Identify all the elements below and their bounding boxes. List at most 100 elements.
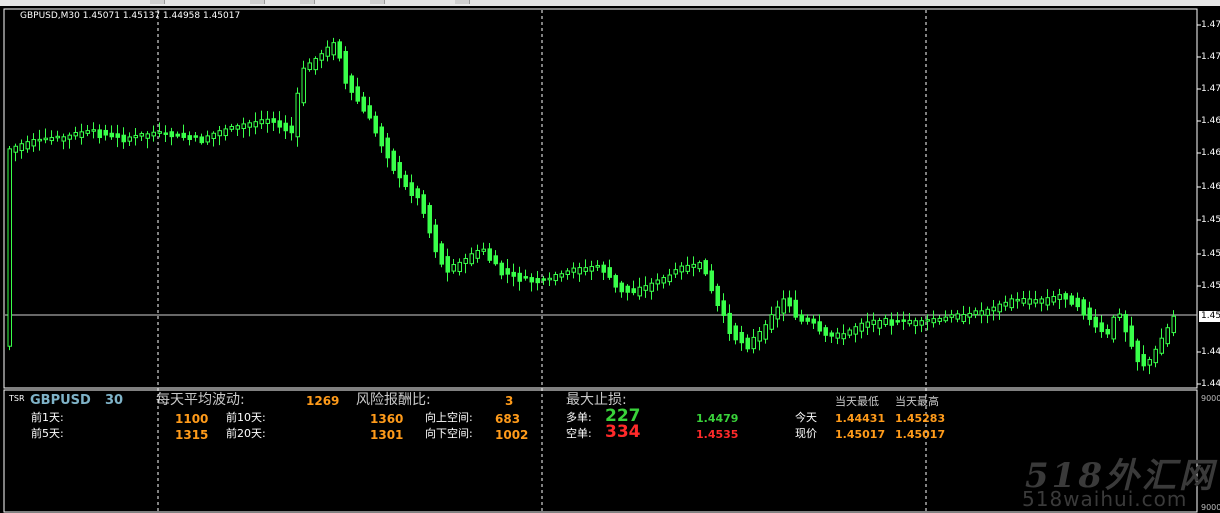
candle-body	[775, 306, 780, 320]
toolbar-button[interactable]	[150, 0, 165, 4]
candle-body	[817, 321, 822, 332]
down-space-label: 向下空间:	[425, 427, 473, 440]
candle-body	[73, 131, 78, 137]
price-tick: 1.44	[1201, 379, 1220, 389]
candle-body	[67, 134, 72, 140]
candle-body	[541, 278, 546, 281]
candle-body	[1111, 316, 1116, 340]
candle-body	[97, 129, 102, 139]
candle-body	[433, 224, 438, 253]
candle-body	[553, 274, 558, 282]
candle-body	[919, 320, 924, 326]
toolbar-button[interactable]	[250, 0, 265, 4]
candle-body	[289, 125, 294, 134]
candle-body	[877, 319, 882, 329]
candle-body	[1075, 297, 1080, 308]
candle-body	[685, 264, 690, 272]
candle-body	[457, 261, 462, 273]
risk-reward-label: 风险报酬比:	[356, 392, 431, 408]
candle-body	[325, 46, 330, 57]
today-high-header: 当天最高	[895, 395, 939, 408]
candle-body	[1027, 298, 1032, 305]
candle-body	[85, 130, 90, 134]
candle-body	[277, 120, 282, 128]
candle-body	[307, 62, 312, 71]
prev1-label: 前1天:	[31, 411, 64, 424]
candle-body	[193, 135, 198, 138]
candle-body	[1057, 294, 1062, 300]
candle-body	[823, 327, 828, 336]
today-low-value: 1.44431	[835, 412, 886, 425]
candle-body	[175, 133, 180, 137]
candle-body	[535, 278, 540, 284]
candle-body	[1123, 314, 1128, 333]
prev10-value: 1360	[370, 412, 404, 426]
candle-body	[295, 92, 300, 138]
candle-body	[145, 133, 150, 139]
candle-body	[967, 312, 972, 318]
candle-body	[1093, 316, 1098, 328]
candle-body	[511, 271, 516, 277]
panel-period: 30	[105, 393, 124, 408]
candle-body	[343, 50, 348, 84]
watermark-url: 518waihui.com	[1022, 487, 1188, 511]
candle-body	[499, 262, 504, 276]
candle-body	[1171, 315, 1176, 334]
candle-body	[1117, 313, 1122, 319]
candle-body	[1015, 298, 1020, 302]
price-tick: 1.47	[1201, 52, 1220, 62]
candle-body	[637, 286, 642, 297]
candle-body	[331, 42, 336, 56]
current-price-label: 1.45	[1199, 311, 1220, 322]
today-low-header: 当天最低	[835, 395, 879, 408]
candle-body	[793, 299, 798, 318]
candle-body	[1105, 329, 1110, 335]
candle-body	[469, 253, 474, 265]
candle-body	[301, 67, 306, 104]
candle-body	[613, 275, 618, 288]
candle-body	[985, 308, 990, 316]
candle-body	[163, 132, 168, 135]
candle-body	[913, 320, 918, 327]
main-chart-frame	[3, 8, 1198, 389]
candle-body	[139, 133, 144, 137]
candle-body	[1045, 297, 1050, 306]
candle-body	[79, 131, 84, 138]
prev1-value: 1100	[175, 412, 209, 426]
up-space-value: 683	[495, 412, 521, 426]
candle-body	[703, 260, 708, 275]
candle-body	[901, 319, 906, 322]
indicator-tick: 9000	[1201, 503, 1220, 512]
toolbar-button[interactable]	[300, 0, 315, 4]
candle-body	[109, 132, 114, 138]
candle-body	[481, 248, 486, 252]
candle-body	[385, 137, 390, 159]
candle-body	[709, 270, 714, 292]
candle-body	[319, 53, 324, 61]
candle-body	[427, 205, 432, 234]
candle-body	[391, 150, 396, 171]
candle-body	[739, 331, 744, 344]
candle-body	[547, 277, 552, 281]
candle-body	[475, 249, 480, 259]
prev20-label: 前20天:	[226, 427, 266, 440]
candle-body	[13, 145, 18, 153]
candle-body	[235, 125, 240, 130]
axis-ticks	[1197, 24, 1201, 385]
candle-body	[691, 263, 696, 268]
candle-body	[415, 188, 420, 199]
candle-body	[991, 306, 996, 312]
candle-body	[589, 265, 594, 272]
toolbar-button[interactable]	[370, 0, 385, 4]
candle-body	[493, 255, 498, 265]
candle-body	[895, 320, 900, 323]
prev20-value: 1301	[370, 428, 404, 442]
candle-body	[859, 322, 864, 332]
short-value: 334	[605, 422, 641, 442]
indicator-tag: TSR	[9, 394, 25, 403]
candle-body	[1033, 299, 1038, 304]
candle-body	[409, 182, 414, 196]
toolbar-button[interactable]	[455, 0, 470, 4]
candle-body	[7, 148, 12, 347]
candle-body	[445, 256, 450, 273]
